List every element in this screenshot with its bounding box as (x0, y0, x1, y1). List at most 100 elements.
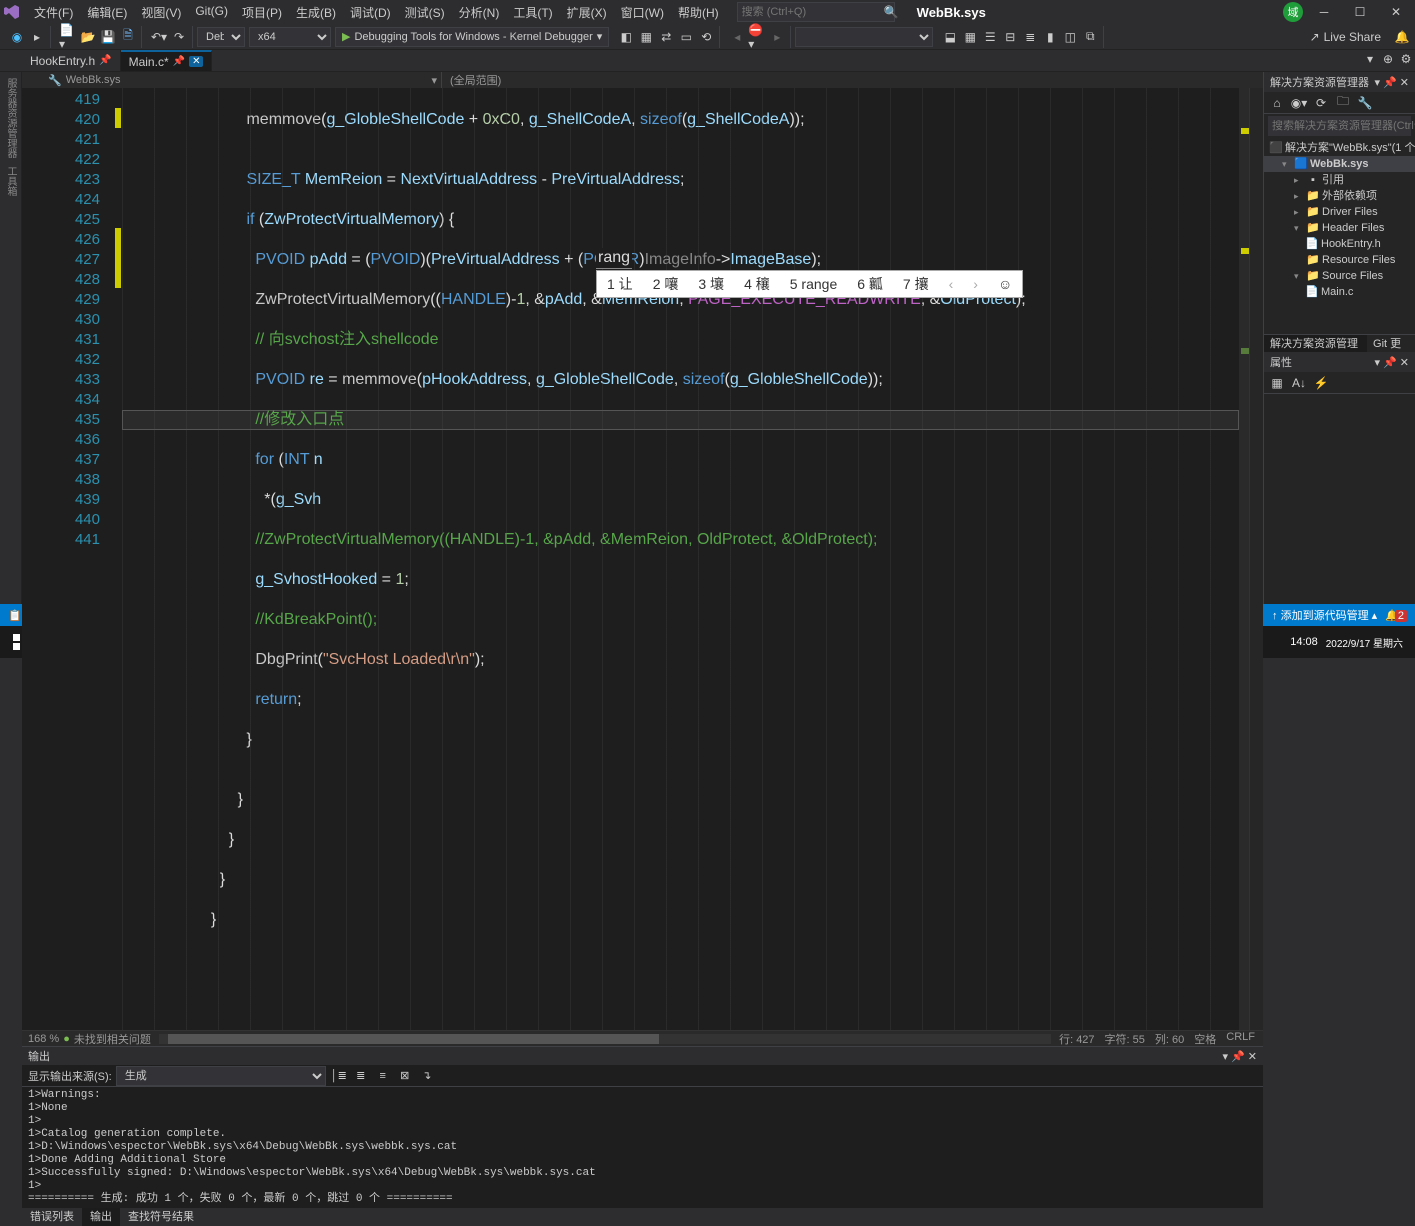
tabs-add[interactable]: ⊕ (1379, 50, 1397, 68)
output-pin[interactable]: ▾ 📌 ✕ (1222, 1050, 1257, 1063)
tree-header-files[interactable]: ▾📁Header Files (1264, 220, 1415, 236)
tb-icon-13[interactable]: ⧉ (1081, 28, 1099, 46)
se-showall[interactable]: 🗀 (1334, 94, 1352, 112)
menu-tools[interactable]: 工具(T) (507, 2, 558, 23)
tab-git-changes[interactable]: Git 更改 (1367, 335, 1415, 352)
menu-window[interactable]: 窗口(W) (615, 2, 670, 23)
tb-icon-4[interactable]: ▭ (677, 28, 695, 46)
eol-indicator[interactable]: CRLF (1226, 1031, 1255, 1047)
menu-extensions[interactable]: 扩展(X) (561, 2, 613, 23)
menu-debug[interactable]: 调试(D) (344, 2, 397, 23)
start-debug-button[interactable]: ▶Debugging Tools for Windows - Kernel De… (335, 27, 609, 47)
ime-candidates[interactable]: 1 让 2 嚷 3 壤 4 穰 5 range 6 瓤 7 攘 ‹ › ☺ (596, 270, 1023, 298)
account-badge[interactable]: 域 (1283, 2, 1303, 22)
tab-output[interactable]: 输出 (82, 1208, 120, 1226)
ime-emoji[interactable]: ☺ (988, 274, 1022, 294)
step-back-button[interactable]: ◂ (728, 28, 746, 46)
editor-scrollbar[interactable] (1249, 88, 1263, 1030)
props-cat[interactable]: ▦ (1268, 374, 1286, 392)
nav-back-button[interactable]: ◉ (8, 28, 26, 46)
h-scrollbar[interactable] (159, 1034, 1051, 1044)
tree-source-files[interactable]: ▾📁Source Files (1264, 268, 1415, 284)
panel-menu-icon[interactable]: ▾ 📌 ✕ (1374, 76, 1409, 89)
out-tb-1[interactable]: │≣ (330, 1067, 348, 1085)
liveshare-button[interactable]: ↗Live Share (1302, 30, 1389, 44)
menu-project[interactable]: 项目(P) (236, 2, 288, 23)
thread-select[interactable] (795, 27, 933, 47)
out-tb-4[interactable]: ⊠ (396, 1067, 414, 1085)
tb-icon-1[interactable]: ◧ (617, 28, 635, 46)
status-source-control[interactable]: ↑ 添加到源代码管理 ▴ (1272, 607, 1377, 623)
menu-view[interactable]: 视图(V) (135, 2, 187, 23)
menu-file[interactable]: 文件(F) (28, 2, 79, 23)
code-area[interactable]: memmove(g_GlobleShellCode + 0xC0, g_Shel… (122, 88, 1239, 1030)
solution-tree[interactable]: ⬛解决方案"WebBk.sys"(1 个项目 ▾🟦WebBk.sys ▸▪引用 … (1264, 138, 1415, 302)
ime-cand-3[interactable]: 3 壤 (688, 274, 734, 294)
solution-search[interactable]: 🔍 (1268, 116, 1411, 136)
se-home[interactable]: ⌂ (1268, 94, 1286, 112)
redo-button[interactable]: ↷ (170, 28, 188, 46)
save-button[interactable]: 💾 (99, 28, 117, 46)
tree-solution-root[interactable]: ⬛解决方案"WebBk.sys"(1 个项目 (1264, 140, 1415, 156)
tabs-overflow[interactable]: ▾ (1361, 50, 1379, 68)
tree-references[interactable]: ▸▪引用 (1264, 172, 1415, 188)
pin-icon[interactable]: 📌 (99, 55, 111, 66)
open-file-button[interactable]: 📂 (79, 28, 97, 46)
se-back[interactable]: ◉▾ (1290, 94, 1308, 112)
ime-cand-1[interactable]: 1 让 (597, 274, 643, 294)
tb-icon-5[interactable]: ⟲ (697, 28, 715, 46)
code-editor[interactable]: 4194204214224234244254264274284294304314… (22, 88, 1263, 1030)
tb-icon-3[interactable]: ⇄ (657, 28, 675, 46)
tb-icon-10[interactable]: ≣ (1021, 28, 1039, 46)
out-tb-5[interactable]: ↴ (418, 1067, 436, 1085)
ime-cand-7[interactable]: 7 攘 (893, 274, 939, 294)
ime-cand-5[interactable]: 5 range (780, 274, 847, 294)
status-notifications[interactable]: 🔔2 (1385, 609, 1407, 622)
platform-select[interactable]: x64 (249, 27, 331, 47)
step-fwd-button[interactable]: ▸ (768, 28, 786, 46)
tb-icon-12[interactable]: ◫ (1061, 28, 1079, 46)
issues-label[interactable]: 未找到相关问题 (74, 1031, 151, 1047)
props-ev[interactable]: ⚡ (1312, 374, 1330, 392)
menu-git[interactable]: Git(G) (189, 2, 234, 23)
notify-button[interactable]: 🔔 (1393, 28, 1411, 46)
ime-next[interactable]: › (963, 274, 988, 294)
se-sync[interactable]: ⟳ (1312, 94, 1330, 112)
ime-prev[interactable]: ‹ (939, 274, 964, 294)
ime-cand-2[interactable]: 2 嚷 (643, 274, 689, 294)
tb-icon-8[interactable]: ☰ (981, 28, 999, 46)
new-file-button[interactable]: 📄▾ (59, 28, 77, 46)
tab-find-symbols[interactable]: 查找符号结果 (120, 1208, 202, 1226)
menu-build[interactable]: 生成(B) (290, 2, 342, 23)
tb-icon-11[interactable]: ▮ (1041, 28, 1059, 46)
menu-analyze[interactable]: 分析(N) (453, 2, 506, 23)
ime-cand-4[interactable]: 4 穰 (734, 274, 780, 294)
menu-help[interactable]: 帮助(H) (672, 2, 725, 23)
window-minimize[interactable]: ─ (1309, 0, 1339, 24)
titlebar-search-input[interactable] (742, 6, 884, 18)
scope-function[interactable]: (全局范围) (442, 72, 1263, 88)
overview-ruler[interactable] (1239, 88, 1249, 1030)
breakpoint-icon[interactable]: ⛔▾ (748, 28, 766, 46)
config-select[interactable]: Debug (197, 27, 245, 47)
panel-menu-icon[interactable]: ▾ 📌 ✕ (1374, 356, 1409, 369)
indent-indicator[interactable]: 空格 (1194, 1031, 1216, 1047)
tab-error-list[interactable]: 错误列表 (22, 1208, 82, 1226)
output-text[interactable]: 1>Warnings: 1>None 1> 1>Catalog generati… (22, 1087, 1263, 1208)
tree-resource-files[interactable]: 📁Resource Files (1264, 252, 1415, 268)
tree-driver-files[interactable]: ▸📁Driver Files (1264, 204, 1415, 220)
tb-icon-7[interactable]: ▦ (961, 28, 979, 46)
tb-icon-2[interactable]: ▦ (637, 28, 655, 46)
undo-button[interactable]: ↶▾ (150, 28, 168, 46)
zoom-level[interactable]: 168 % (28, 1033, 59, 1045)
menu-edit[interactable]: 编辑(E) (81, 2, 133, 23)
tabs-settings[interactable]: ⚙ (1397, 50, 1415, 68)
output-source-select[interactable]: 生成 (116, 1066, 326, 1086)
save-all-button[interactable]: 🗎 (119, 28, 137, 46)
rail-toolbox[interactable]: 工具箱 (3, 166, 18, 196)
tab-solution-explorer[interactable]: 解决方案资源管理器 (1264, 335, 1367, 352)
pin-icon[interactable]: 📌 (173, 56, 185, 67)
out-tb-3[interactable]: ≡ (374, 1067, 392, 1085)
titlebar-search[interactable]: 🔍 (737, 2, 895, 22)
menu-test[interactable]: 测试(S) (399, 2, 451, 23)
